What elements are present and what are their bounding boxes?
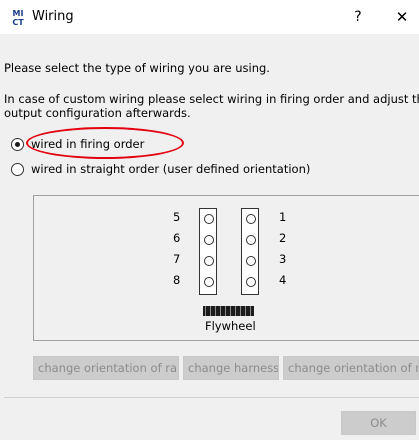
- dialog-body: Please select the type of wiring you are…: [0, 34, 419, 440]
- radio-button-checked[interactable]: [11, 137, 24, 151]
- injector-hole: [204, 235, 214, 245]
- cylinder-label: 6: [173, 231, 181, 245]
- radio-straight-order[interactable]: wired in straight order (user defined or…: [11, 160, 310, 178]
- separator: [4, 397, 419, 398]
- cylinder-label: 7: [173, 252, 181, 266]
- injector-hole: [246, 235, 256, 245]
- change-harness-button[interactable]: change harness: [183, 356, 279, 380]
- radio-firing-order[interactable]: wired in firing order: [11, 135, 144, 153]
- svg-text:CT: CT: [12, 18, 24, 26]
- cylinder-label: 8: [173, 273, 181, 287]
- cylinder-label: 2: [279, 231, 287, 245]
- injector-hole: [246, 277, 256, 287]
- window-title: Wiring: [32, 9, 74, 24]
- change-orientation-left-button[interactable]: change orientation of rail: [33, 356, 179, 380]
- cylinder-label: 5: [173, 210, 181, 224]
- radio-straight-order-label: wired in straight order (user defined or…: [31, 162, 311, 176]
- help-button[interactable]: ?: [348, 7, 368, 27]
- injector-hole: [204, 277, 214, 287]
- injector-hole: [246, 256, 256, 266]
- injector-hole: [246, 214, 256, 224]
- instruction-text: Please select the type of wiring you are…: [4, 61, 270, 75]
- svg-text:MI: MI: [13, 9, 24, 18]
- injector-hole: [204, 256, 214, 266]
- left-rail: [199, 208, 217, 295]
- change-orientation-right-button[interactable]: change orientation of rail: [283, 356, 419, 380]
- right-rail: [241, 208, 259, 295]
- custom-wiring-note: In case of custom wiring please select w…: [4, 92, 419, 120]
- title-bar: MI CT Wiring ? ✕: [0, 0, 419, 34]
- close-button[interactable]: ✕: [392, 7, 412, 27]
- engine-diagram: 5 6 7 8 1 2 3 4 Flywheel: [33, 195, 419, 341]
- radio-button-unchecked[interactable]: [11, 162, 24, 176]
- radio-firing-order-label: wired in firing order: [31, 137, 145, 151]
- app-logo-icon: MI CT: [9, 8, 27, 26]
- cylinder-label: 1: [279, 210, 287, 224]
- injector-hole: [204, 214, 214, 224]
- flywheel-label: Flywheel: [205, 319, 256, 333]
- flywheel-graphic: [203, 306, 254, 316]
- ok-button[interactable]: OK: [341, 411, 416, 435]
- cylinder-label: 4: [279, 273, 287, 287]
- cylinder-label: 3: [279, 252, 287, 266]
